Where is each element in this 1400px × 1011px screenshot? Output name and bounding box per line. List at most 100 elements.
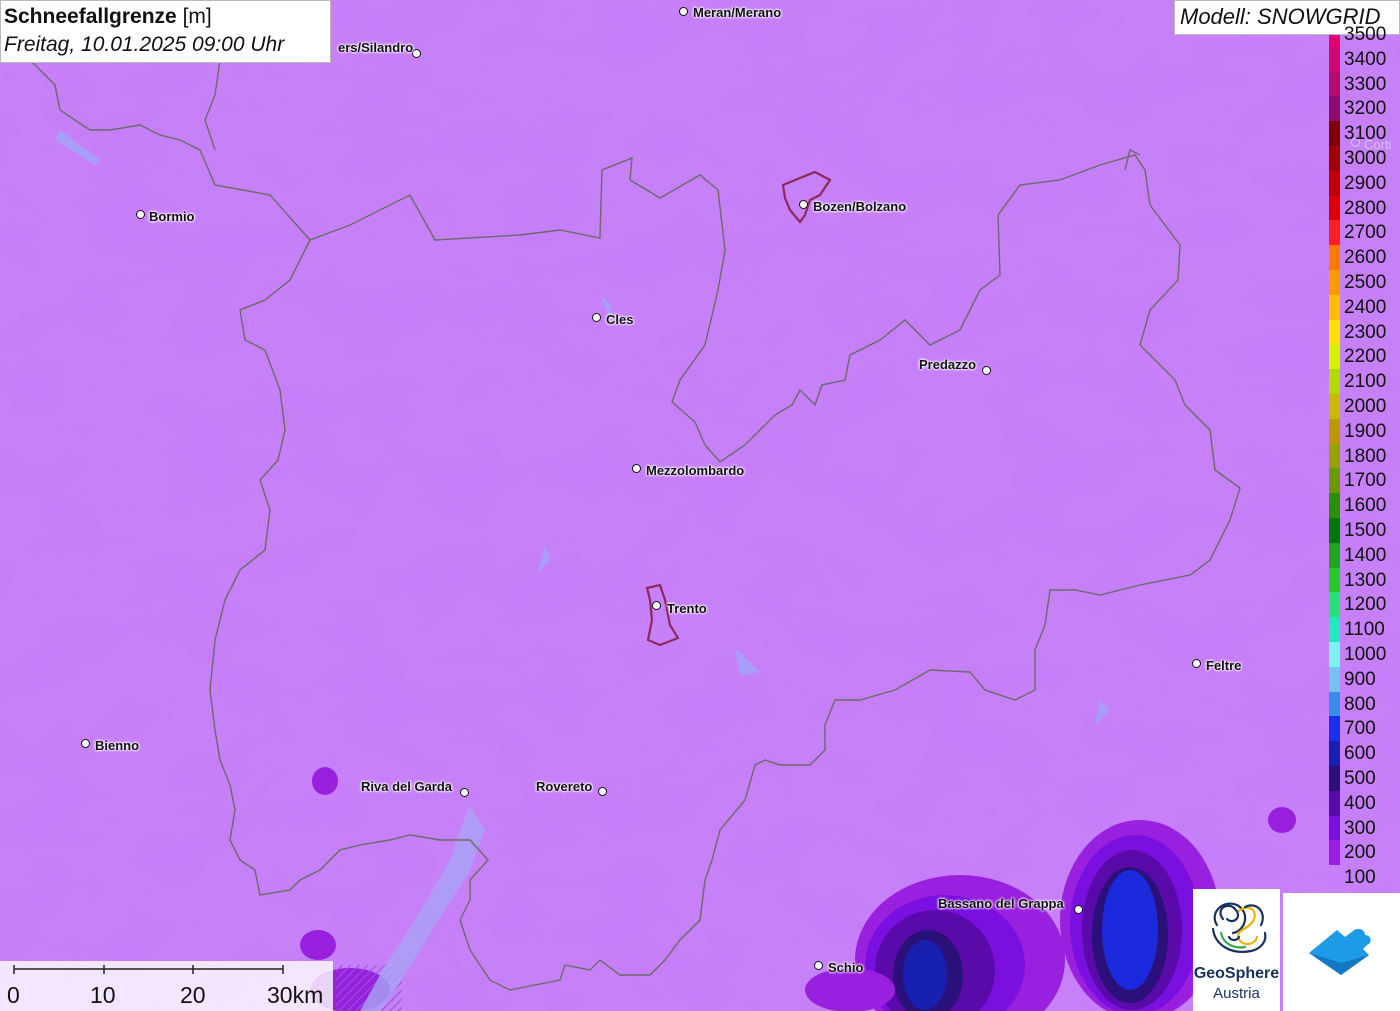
- partner-logo[interactable]: [1283, 893, 1400, 1011]
- legend-row: 2600: [1325, 245, 1400, 270]
- legend-label: 1400: [1344, 544, 1387, 566]
- legend-row: 3500: [1325, 22, 1400, 47]
- geosphere-logo-title: GeoSphere: [1193, 965, 1280, 982]
- city-label[interactable]: Rovereto: [536, 779, 592, 794]
- legend-swatch: [1329, 666, 1340, 692]
- city-label[interactable]: Mezzolombardo: [646, 463, 744, 478]
- legend-label: 700: [1344, 718, 1376, 740]
- legend-row: 2700: [1325, 220, 1400, 246]
- legend-row: 2900: [1325, 170, 1400, 196]
- scale-tick-label: 10: [90, 982, 116, 1008]
- city-label[interactable]: Trento: [667, 601, 707, 616]
- legend-swatch: [1329, 270, 1340, 295]
- legend-row: 2300: [1325, 319, 1400, 345]
- legend-label: 1900: [1344, 420, 1387, 442]
- legend-label: 2700: [1344, 222, 1387, 244]
- city-marker-icon[interactable]: [1074, 905, 1083, 914]
- legend-row: 2200: [1325, 344, 1400, 370]
- legend-label: 800: [1344, 693, 1376, 715]
- legend-swatch: [1329, 617, 1340, 642]
- legend-row: 900: [1325, 666, 1400, 692]
- city-label[interactable]: ers/Silandro: [338, 40, 413, 55]
- legend-swatch: [1329, 865, 1340, 890]
- legend-label: 1200: [1344, 594, 1387, 616]
- legend-label: 200: [1344, 842, 1376, 864]
- legend-row: 700: [1325, 716, 1400, 742]
- legend-row: 1400: [1325, 542, 1400, 568]
- city-label[interactable]: Feltre: [1206, 658, 1241, 673]
- legend-row: 1500: [1325, 518, 1400, 543]
- legend-swatch: [1329, 418, 1340, 444]
- geosphere-logo-subtitle: Austria: [1213, 985, 1260, 1002]
- city-label[interactable]: Bormio: [149, 209, 195, 224]
- city-marker-icon[interactable]: [136, 210, 145, 219]
- geosphere-emblem-icon: [1211, 902, 1267, 953]
- legend-label: 1300: [1344, 569, 1387, 591]
- city-label[interactable]: Bienno: [95, 738, 139, 753]
- legend-label: 1000: [1344, 644, 1387, 665]
- city-label[interactable]: Bozen/Bolzano: [813, 199, 906, 214]
- legend-label: 3400: [1344, 48, 1387, 70]
- city-marker-icon[interactable]: [412, 49, 421, 58]
- legend-label: 2500: [1344, 272, 1387, 293]
- legend-row: 2400: [1325, 294, 1400, 320]
- legend-row: 1100: [1325, 617, 1400, 642]
- legend-swatch: [1329, 344, 1340, 370]
- color-legend: 3500 3400 3300 3200 3100 3000 2900 2800 2700 2600…: [1325, 25, 1400, 890]
- city-marker-icon[interactable]: [598, 787, 607, 796]
- legend-label: 2400: [1344, 296, 1387, 318]
- legend-label: 400: [1344, 792, 1376, 814]
- city-label[interactable]: Meran/Merano: [693, 5, 781, 20]
- city-marker-icon[interactable]: [460, 788, 469, 797]
- legend-label: 2800: [1344, 197, 1387, 219]
- legend-row: 1800: [1325, 443, 1400, 469]
- city-marker-icon[interactable]: [592, 313, 601, 322]
- legend-label: 900: [1344, 668, 1376, 690]
- legend-row: 3200: [1325, 96, 1400, 122]
- city-marker-icon[interactable]: [799, 200, 808, 209]
- legend-label: 2600: [1344, 247, 1387, 269]
- legend-label: 100: [1344, 867, 1376, 889]
- geosphere-logo[interactable]: GeoSphere Austria: [1193, 889, 1280, 1011]
- city-label[interactable]: Cles: [606, 312, 633, 327]
- legend-swatch: [1329, 220, 1340, 246]
- city-marker-icon[interactable]: [1192, 659, 1201, 668]
- legend-row: 3400: [1325, 46, 1400, 72]
- parameter-name: Schneefallgrenze: [4, 5, 177, 28]
- city-marker-icon[interactable]: [982, 366, 991, 375]
- legend-label: 3000: [1344, 148, 1387, 169]
- scale-tick-label: 30km: [267, 982, 324, 1008]
- legend-row: 500: [1325, 766, 1400, 791]
- legend-row: 3000: [1325, 146, 1400, 171]
- legend-swatch: [1329, 567, 1340, 593]
- legend-row: 600: [1325, 741, 1400, 766]
- legend-row: 200: [1325, 840, 1400, 866]
- city-marker-icon[interactable]: [632, 464, 641, 473]
- city-marker-icon[interactable]: [652, 601, 661, 610]
- legend-label: 1600: [1344, 495, 1387, 517]
- legend-swatch: [1329, 170, 1340, 196]
- city-label[interactable]: Predazzo: [919, 357, 976, 372]
- legend-swatch: [1329, 493, 1340, 518]
- legend-label: 300: [1344, 817, 1376, 839]
- legend-label: 2100: [1344, 371, 1387, 393]
- city-marker-icon[interactable]: [679, 7, 688, 16]
- legend-swatch: [1329, 716, 1340, 742]
- legend-swatch: [1329, 245, 1340, 270]
- city-marker-icon[interactable]: [814, 961, 823, 970]
- city-label[interactable]: Riva del Garda: [361, 779, 452, 794]
- legend-label: 1700: [1344, 470, 1387, 492]
- city-marker-icon[interactable]: [81, 739, 90, 748]
- scale-tick-label: 20: [180, 982, 206, 1008]
- legend-label: 2300: [1344, 321, 1387, 343]
- city-label[interactable]: Bassano del Grappa: [938, 896, 1064, 911]
- legend-swatch: [1329, 319, 1340, 345]
- low-snowline-patch: [312, 767, 338, 795]
- city-label[interactable]: Schio: [828, 960, 863, 975]
- legend-label: 3100: [1344, 123, 1387, 145]
- legend-label: 3300: [1344, 73, 1387, 95]
- map-title: Schneefallgrenze [m]: [4, 3, 330, 31]
- snowline-map[interactable]: [0, 0, 1400, 1011]
- mountain-cloud-icon: [1309, 928, 1371, 975]
- legend-label: 3500: [1344, 24, 1387, 45]
